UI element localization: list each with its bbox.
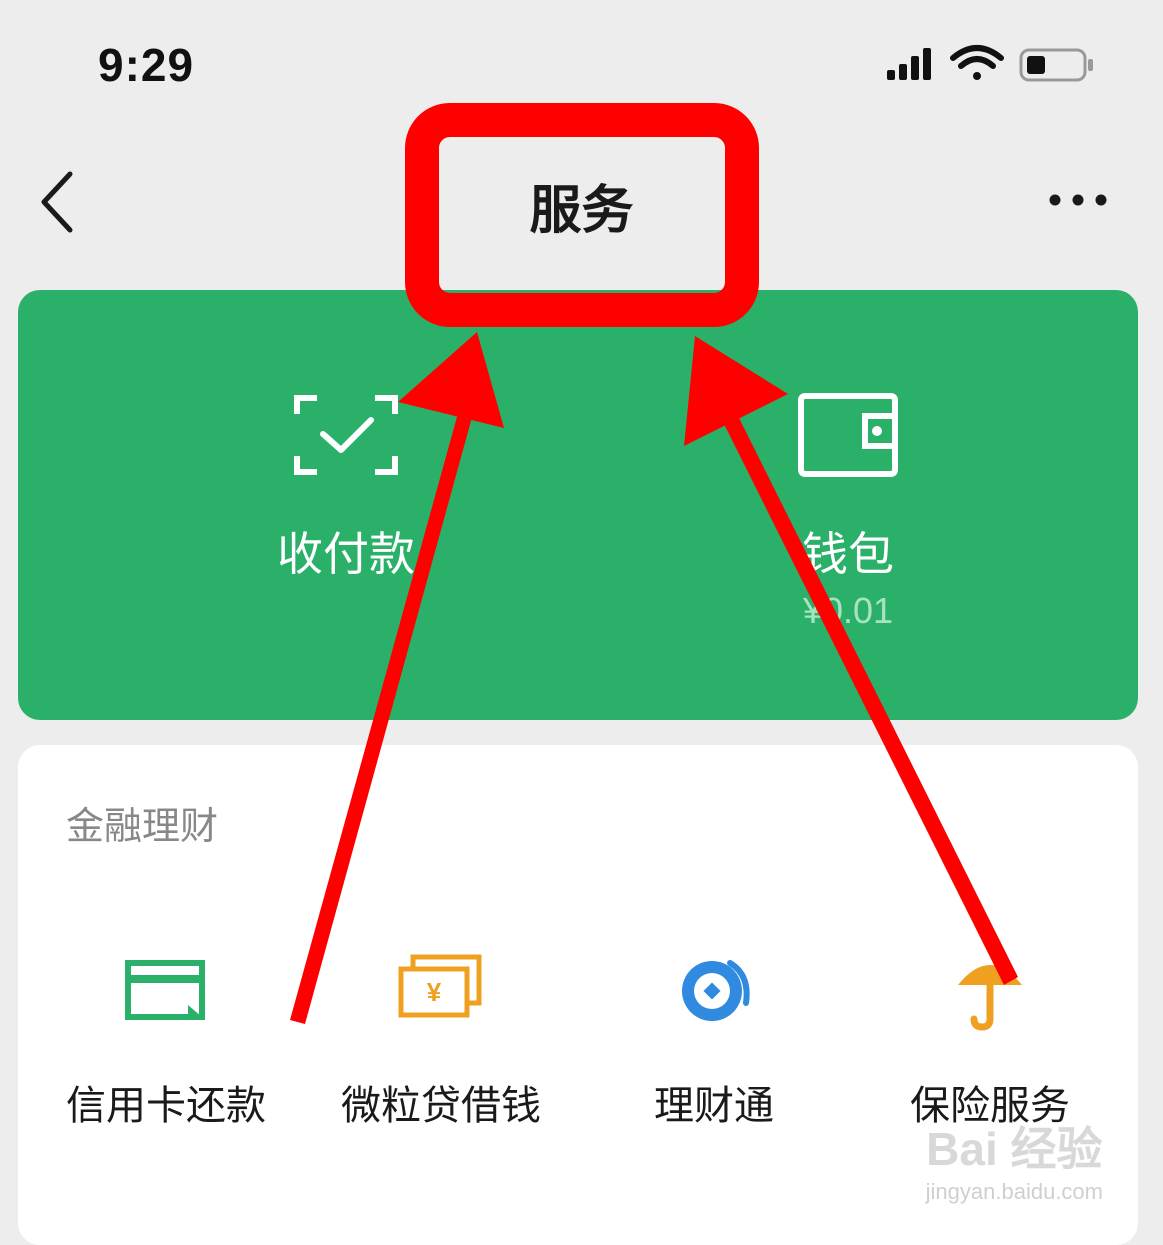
nav-bar: 服务 (0, 130, 1163, 270)
svg-text:¥: ¥ (427, 977, 442, 1007)
umbrella-icon (958, 965, 1022, 1031)
watermark-url: jingyan.baidu.com (925, 1179, 1103, 1204)
more-dots-icon (1049, 194, 1107, 206)
page-title: 服务 (529, 181, 634, 241)
credit-card-repay-label: 信用卡还款 (66, 1083, 266, 1129)
wallet-button[interactable]: 钱包 ¥0.01 (698, 290, 998, 720)
weilidai-button[interactable]: ¥ 微粒贷借钱 (311, 945, 571, 1145)
receive-pay-label: 收付款 (277, 527, 415, 581)
wallet-icon (798, 393, 898, 477)
yuan-bills-icon: ¥ (398, 954, 482, 1018)
wifi-icon (950, 45, 1004, 80)
more-button[interactable] (1045, 180, 1115, 220)
payment-card: 收付款 钱包 ¥0.01 (18, 290, 1138, 720)
licaitong-button[interactable]: 理财通 (584, 945, 844, 1145)
weilidai-label: 微粒贷借钱 (341, 1083, 541, 1129)
status-bar: 9:29 (0, 0, 1163, 120)
section-title: 金融理财 (66, 804, 219, 848)
scan-check-icon (294, 395, 398, 475)
cellular-signal-icon (887, 48, 931, 80)
watermark-logo: Bai 经验 (926, 1123, 1103, 1175)
receive-pay-button[interactable]: 收付款 (196, 290, 496, 720)
wallet-balance: ¥0.01 (802, 590, 894, 631)
credit-card-repay-button[interactable]: 信用卡还款 (36, 945, 296, 1145)
battery-icon (1019, 48, 1093, 82)
credit-card-icon (125, 960, 205, 1020)
status-time: 9:29 (98, 39, 195, 91)
watermark: Bai 经验 jingyan.baidu.com (926, 1113, 1103, 1205)
wallet-label: 钱包 (802, 527, 894, 581)
licaitong-label: 理财通 (654, 1083, 774, 1129)
status-icons (887, 44, 1107, 84)
licaitong-icon (682, 960, 750, 1021)
